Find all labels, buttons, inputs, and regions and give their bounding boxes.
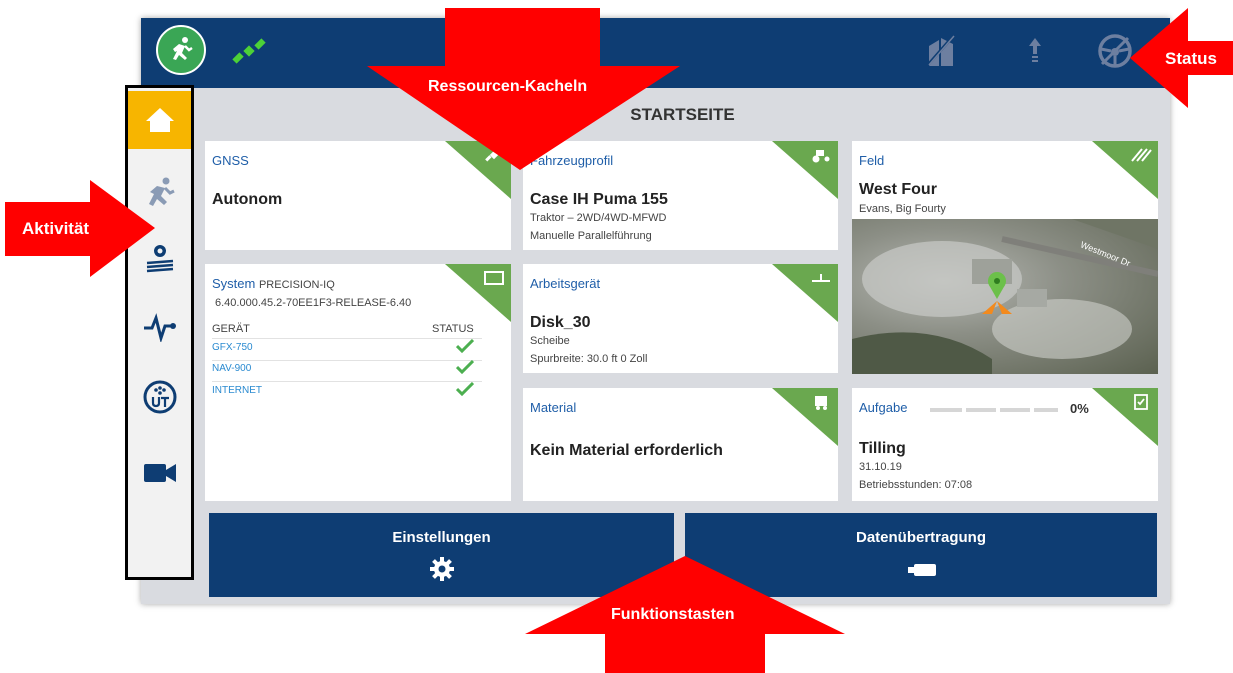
callout-function-keys-label: Funktionstasten (611, 606, 735, 623)
field-rows-icon (1131, 148, 1152, 162)
implement-value: Disk_30 (530, 314, 591, 331)
device-name: NAV-900 (212, 363, 252, 374)
upload-arrows-icon[interactable] (1026, 32, 1044, 68)
settings-button-label: Einstellungen (392, 529, 491, 546)
system-product: PRECISION-IQ (258, 279, 335, 291)
activity-button[interactable] (156, 25, 206, 75)
status-column-header: STATUS (432, 323, 474, 335)
device-name: GFX-750 (212, 342, 253, 353)
task-hours: Betriebsstunden: 07:08 (859, 479, 973, 491)
implement-type: Scheibe (530, 335, 570, 347)
map-image (852, 219, 1158, 374)
vehicle-steering: Manuelle Parallelführung (530, 230, 652, 242)
tile-title: Aufgabe (859, 400, 908, 415)
steering-wheel-slash-icon[interactable] (1096, 32, 1134, 70)
device-row: GFX-750 (212, 338, 482, 361)
device-row: INTERNET (212, 382, 482, 403)
tile-title: System PRECISION-IQ (212, 276, 335, 291)
tractor-icon (812, 150, 830, 163)
field-value: West Four (859, 181, 937, 198)
tile-title: GNSS (212, 153, 249, 168)
field-slash-icon[interactable] (925, 32, 957, 68)
home-icon (145, 108, 174, 132)
callout-status-label: Status (1165, 49, 1217, 68)
check-icon (456, 339, 474, 353)
field-client-farm: Evans, Big Fourty (859, 203, 946, 215)
gnss-value: Autonom (212, 191, 283, 208)
ut-icon (143, 380, 176, 414)
check-icon (456, 360, 474, 374)
system-label: System (212, 276, 256, 291)
device-column-header: GERÄT (212, 323, 250, 335)
sidebar-item-camera[interactable] (128, 444, 191, 502)
clipboard-check-icon (1134, 394, 1148, 410)
tile-implement[interactable]: Arbeitsgerät Disk_30 Scheibe Spurbreite:… (523, 264, 838, 373)
tile-field[interactable]: Feld West Four Evans, Big Fourty Westmoo… (852, 141, 1158, 374)
vehicle-value: Case IH Puma 155 (530, 191, 668, 208)
satellite-icon[interactable] (231, 33, 267, 69)
task-value: Tilling (859, 440, 906, 457)
implement-icon (812, 274, 830, 282)
tile-system[interactable]: System PRECISION-IQ 6.40.000.45.2-70EE1F… (205, 264, 511, 501)
task-progress-bar (930, 408, 1058, 412)
gear-icon (430, 557, 454, 581)
implement-width: Spurbreite: 30.0 ft 0 Zoll (530, 353, 648, 365)
video-camera-icon (143, 464, 176, 482)
pulse-icon (143, 313, 176, 342)
task-date: 31.10.19 (859, 461, 902, 473)
activity-sidebar (125, 85, 194, 580)
tile-title: Arbeitsgerät (530, 276, 601, 291)
device-row: NAV-900 (212, 360, 482, 382)
usb-stick-icon (908, 564, 936, 576)
device-name: INTERNET (212, 385, 262, 396)
tile-title: Material (530, 400, 577, 415)
sidebar-item-diagnostics[interactable] (128, 298, 191, 356)
vehicle-type: Traktor – 2WD/4WD-MFWD (530, 212, 667, 224)
callout-resources-label: Ressourcen-Kacheln (428, 78, 588, 95)
tile-material[interactable]: Material Kein Material erforderlich (523, 388, 838, 501)
data-transfer-button-label: Datenübertragung (855, 529, 986, 546)
check-icon (456, 382, 474, 396)
display-icon (484, 271, 504, 285)
field-map[interactable]: Westmoor Dr (852, 219, 1158, 374)
sidebar-item-universal-terminal[interactable] (128, 368, 191, 426)
tile-task[interactable]: Aufgabe 0% Tilling 31.10.19 Betriebsstun… (852, 388, 1158, 501)
tile-title: Feld (859, 153, 885, 168)
task-progress-label: 0% (1070, 401, 1089, 416)
sidebar-item-home[interactable] (128, 91, 191, 149)
running-person-icon (173, 37, 193, 60)
material-value: Kein Material erforderlich (530, 442, 723, 459)
callout-activity-label: Aktivität (22, 219, 90, 238)
system-version: 6.40.000.45.2-70EE1F3-RELEASE-6.40 (215, 297, 412, 309)
material-tank-icon (815, 396, 827, 410)
